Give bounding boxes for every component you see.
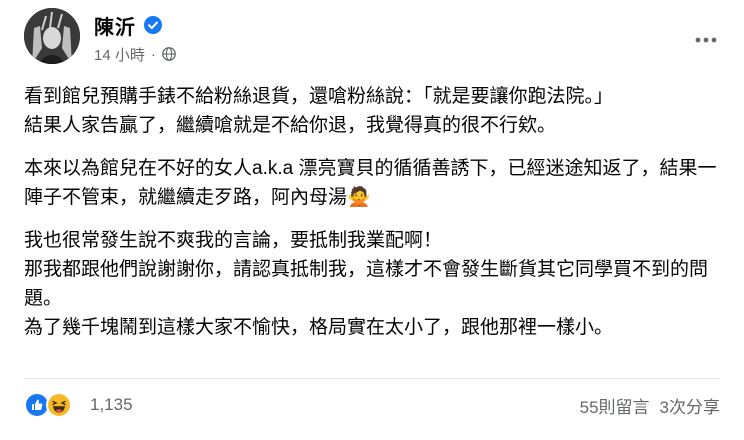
author-avatar[interactable] bbox=[24, 8, 80, 64]
meta-separator: · bbox=[150, 45, 156, 63]
author-name[interactable]: 陳沂 bbox=[94, 11, 136, 40]
haha-reaction-icon bbox=[46, 392, 72, 418]
comments-count[interactable]: 55則留言 bbox=[580, 393, 650, 418]
post-paragraph: 我也很常發生說不爽我的言論，要抵制我業配啊！ 那我都跟他們說謝謝你，請認真抵制我… bbox=[24, 230, 709, 338]
reactions-summary: 1,135 55則留言 3次分享 bbox=[24, 390, 720, 420]
post-timestamp[interactable]: 14 小時 bbox=[94, 44, 145, 65]
avatar-image bbox=[24, 8, 80, 64]
more-options-icon bbox=[695, 37, 717, 43]
post-stats: 55則留言 3次分享 bbox=[580, 393, 720, 418]
reaction-count[interactable]: 1,135 bbox=[90, 395, 133, 415]
post-header: 陳沂 14 小時 · bbox=[24, 8, 724, 72]
more-options-button[interactable] bbox=[688, 22, 724, 58]
post-paragraph: 本來以為館兒在不好的女人a.k.a 漂亮寶貝的循循善誘下，已經迷途知返了，結果一… bbox=[24, 158, 717, 208]
post-divider bbox=[24, 378, 720, 379]
shares-count[interactable]: 3次分享 bbox=[660, 393, 720, 418]
reaction-icons[interactable] bbox=[24, 391, 78, 419]
post-paragraph: 看到館兒預購手錶不給粉絲退貨，還嗆粉絲說：「就是要讓你跑法院。」 結果人家告贏了… bbox=[24, 86, 614, 136]
post-text: 看到館兒預購手錶不給粉絲退貨，還嗆粉絲說：「就是要讓你跑法院。」 結果人家告贏了… bbox=[24, 82, 720, 356]
verified-badge-icon bbox=[144, 16, 162, 34]
author-name-row: 陳沂 bbox=[94, 11, 162, 40]
globe-icon[interactable] bbox=[162, 47, 176, 61]
post-meta: 14 小時 · bbox=[94, 44, 176, 64]
